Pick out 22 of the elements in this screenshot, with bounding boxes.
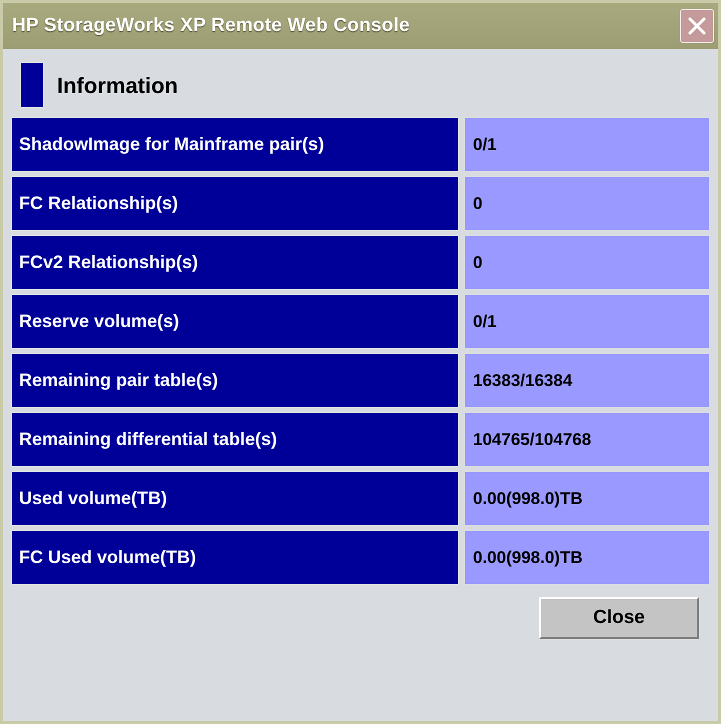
close-icon — [687, 16, 707, 36]
close-button[interactable] — [680, 9, 714, 43]
row-value: 0/1 — [465, 295, 709, 348]
row-value: 16383/16384 — [465, 354, 709, 407]
row-value: 0.00(998.0)TB — [465, 531, 709, 584]
row-label: Remaining pair table(s) — [12, 354, 458, 407]
row-label: FCv2 Relationship(s) — [12, 236, 458, 289]
row-label: Reserve volume(s) — [12, 295, 458, 348]
row-value: 0 — [465, 236, 709, 289]
section-marker — [21, 63, 43, 107]
row-value: 0.00(998.0)TB — [465, 472, 709, 525]
row-label: FC Used volume(TB) — [12, 531, 458, 584]
window-title: HP StorageWorks XP Remote Web Console — [12, 14, 410, 38]
row-value: 104765/104768 — [465, 413, 709, 466]
row-value: 0/1 — [465, 118, 709, 171]
row-label: FC Relationship(s) — [12, 177, 458, 230]
close-dialog-button[interactable]: Close — [539, 597, 699, 639]
row-label: ShadowImage for Mainframe pair(s) — [12, 118, 458, 171]
section-title: Information — [57, 72, 178, 100]
row-value: 0 — [465, 177, 709, 230]
row-label: Used volume(TB) — [12, 472, 458, 525]
row-label: Remaining differential table(s) — [12, 413, 458, 466]
